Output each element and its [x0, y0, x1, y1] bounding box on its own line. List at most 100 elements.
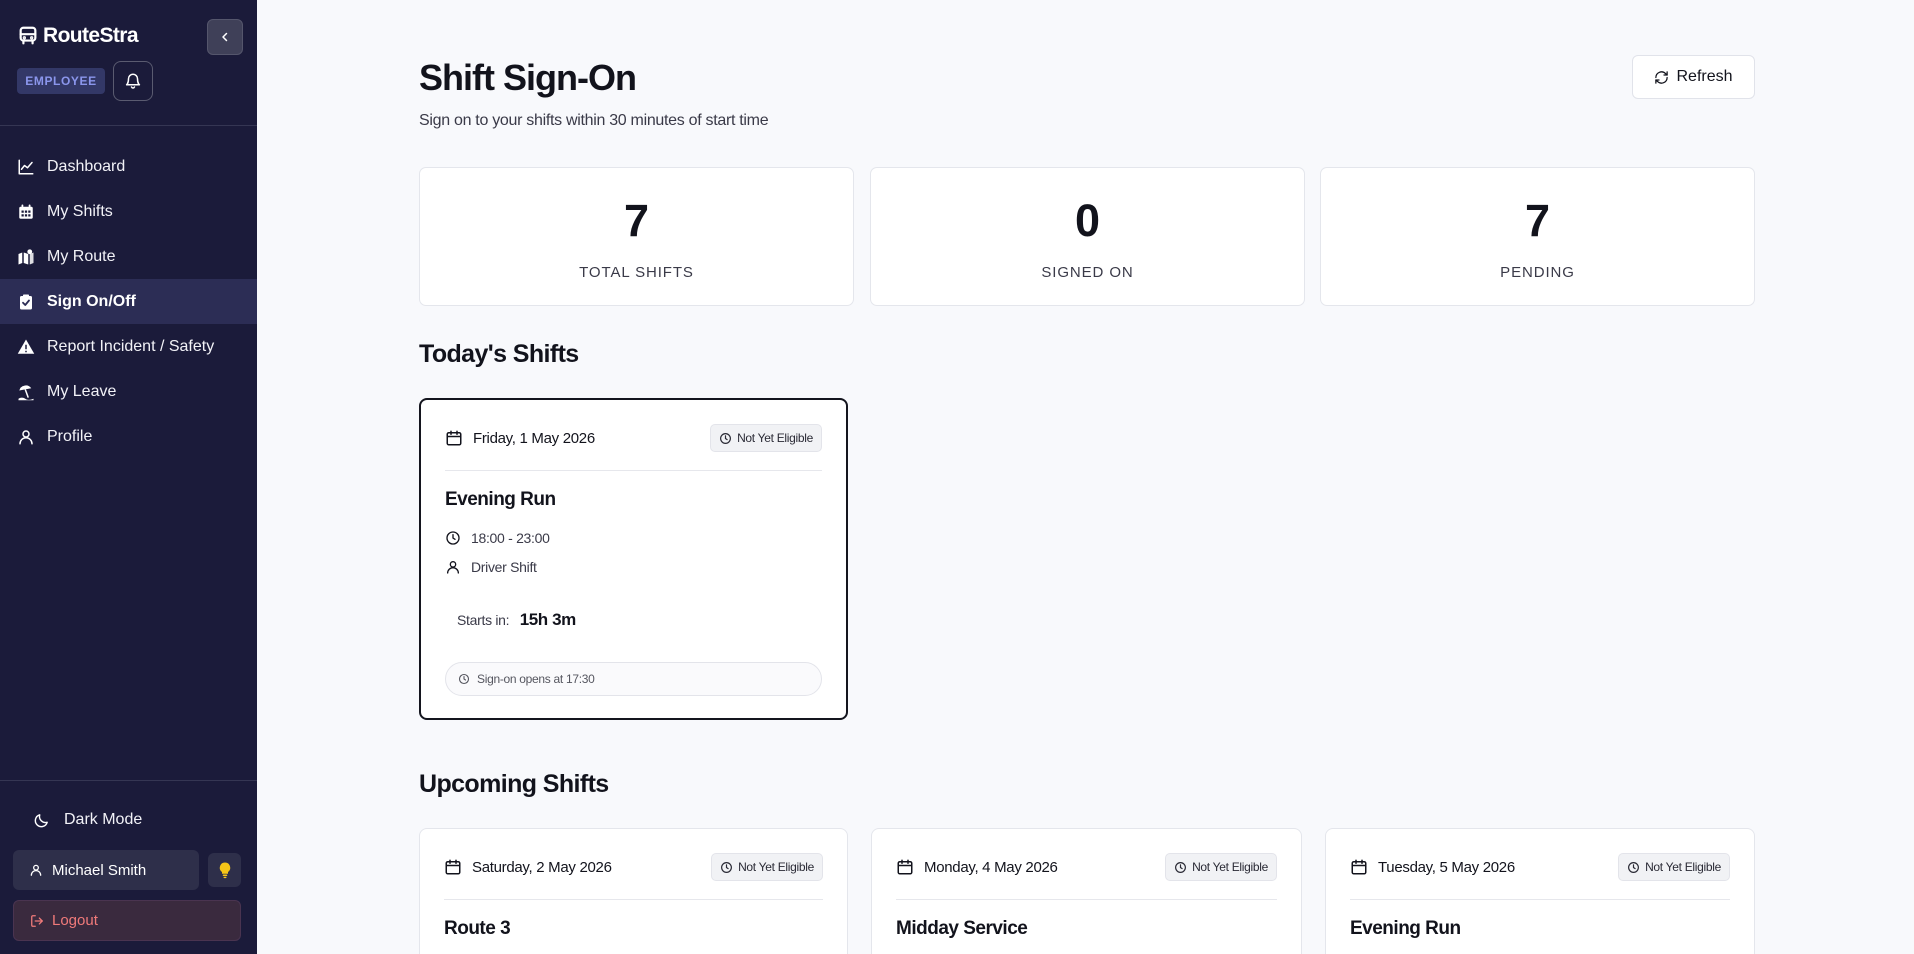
clock-icon — [1174, 861, 1187, 874]
card-divider — [445, 470, 822, 471]
clock-icon — [458, 673, 470, 685]
card-header: Monday, 4 May 2026 Not Yet Eligible — [896, 853, 1277, 881]
dark-mode-toggle[interactable]: Dark Mode — [17, 807, 142, 833]
sign-on-note-text: Sign-on opens at 17:30 — [477, 672, 595, 686]
sidebar-divider — [0, 780, 257, 781]
clipboard-check-icon — [17, 293, 35, 311]
refresh-label: Refresh — [1676, 68, 1733, 85]
calendar-grid-icon — [17, 203, 35, 221]
sidebar-item-my-route[interactable]: My Route — [0, 234, 257, 279]
bell-icon — [124, 72, 142, 90]
user-icon — [445, 559, 461, 575]
status-label: Not Yet Eligible — [738, 860, 814, 874]
upcoming-shift-card[interactable]: Tuesday, 5 May 2026 Not Yet Eligible Eve… — [1325, 828, 1755, 954]
clock-icon — [719, 432, 732, 445]
user-icon — [17, 428, 35, 446]
sidebar-item-label: Profile — [47, 427, 93, 445]
card-header: Tuesday, 5 May 2026 Not Yet Eligible — [1350, 853, 1730, 881]
card-divider — [896, 899, 1277, 900]
shift-date: Friday, 1 May 2026 — [473, 429, 595, 447]
warning-triangle-icon — [17, 338, 35, 356]
card-divider — [444, 899, 823, 900]
upcoming-shift-card[interactable]: Monday, 4 May 2026 Not Yet Eligible Midd… — [871, 828, 1302, 954]
page-title: Shift Sign-On — [419, 57, 637, 98]
stat-card-total-shifts: 7 TOTAL SHIFTS — [419, 167, 854, 306]
upcoming-shift-card[interactable]: Saturday, 2 May 2026 Not Yet Eligible Ro… — [419, 828, 848, 954]
card-divider — [1350, 899, 1730, 900]
sidebar-item-dashboard[interactable]: Dashboard — [0, 144, 257, 189]
card-header: Friday, 1 May 2026 Not Yet Eligible — [445, 424, 822, 452]
calendar-icon — [444, 858, 462, 876]
clock-icon — [720, 861, 733, 874]
clock-icon — [1627, 861, 1640, 874]
sidebar-item-label: Dashboard — [47, 157, 126, 175]
status-label: Not Yet Eligible — [1192, 860, 1268, 874]
stat-value: 0 — [1074, 195, 1101, 246]
stat-value: 7 — [623, 195, 650, 246]
stat-value: 7 — [1524, 195, 1551, 246]
starts-in: Starts in: 15h 3m — [457, 610, 576, 630]
shift-title: Evening Run — [1350, 918, 1461, 939]
sidebar-item-my-leave[interactable]: My Leave — [0, 369, 257, 414]
shift-time-row: 18:00 - 23:00 — [445, 530, 550, 546]
page-subtitle: Sign on to your shifts within 30 minutes… — [419, 112, 769, 129]
shift-date: Tuesday, 5 May 2026 — [1378, 858, 1515, 876]
logout-icon — [30, 914, 44, 928]
stat-label: PENDING — [1500, 264, 1575, 281]
refresh-icon — [1654, 70, 1669, 85]
sidebar-item-report-incident[interactable]: Report Incident / Safety — [0, 324, 257, 369]
moon-icon — [33, 812, 50, 829]
stat-label: SIGNED ON — [1041, 264, 1134, 281]
status-badge: Not Yet Eligible — [711, 853, 823, 881]
stat-card-signed-on: 0 SIGNED ON — [870, 167, 1305, 306]
stat-label: TOTAL SHIFTS — [579, 264, 694, 281]
sidebar-item-label: My Route — [47, 247, 116, 265]
logout-button[interactable]: Logout — [13, 900, 241, 941]
sidebar-item-my-shifts[interactable]: My Shifts — [0, 189, 257, 234]
section-title-upcoming: Upcoming Shifts — [419, 770, 609, 798]
card-header: Saturday, 2 May 2026 Not Yet Eligible — [444, 853, 823, 881]
notifications-button[interactable] — [113, 61, 153, 101]
shift-date: Monday, 4 May 2026 — [924, 858, 1058, 876]
tips-button[interactable] — [208, 853, 241, 887]
today-shift-card[interactable]: Friday, 1 May 2026 Not Yet Eligible Even… — [419, 398, 848, 720]
shift-title: Route 3 — [444, 918, 511, 939]
sign-on-note: Sign-on opens at 17:30 — [445, 662, 822, 696]
bus-icon — [17, 25, 39, 47]
logout-label: Logout — [52, 912, 98, 929]
brand-logo[interactable]: RouteStra — [17, 24, 139, 48]
shift-title: Midday Service — [896, 918, 1028, 939]
starts-in-value: 15h 3m — [519, 610, 577, 629]
user-icon — [29, 863, 43, 877]
user-name: Michael Smith — [52, 861, 147, 879]
sidebar-item-label: Report Incident / Safety — [47, 337, 215, 355]
beach-umbrella-icon — [17, 383, 35, 401]
status-label: Not Yet Eligible — [1645, 860, 1721, 874]
starts-in-label: Starts in: — [457, 612, 510, 628]
refresh-button[interactable]: Refresh — [1632, 55, 1755, 99]
chart-line-icon — [17, 158, 35, 176]
shift-date: Saturday, 2 May 2026 — [472, 858, 612, 876]
shift-type: Driver Shift — [471, 559, 537, 575]
status-badge: Not Yet Eligible — [1618, 853, 1730, 881]
lightbulb-icon — [216, 861, 234, 879]
status-badge: Not Yet Eligible — [1165, 853, 1277, 881]
collapse-sidebar-button[interactable] — [207, 19, 243, 55]
sidebar: RouteStra EMPLOYEE Dashboard My Shifts M… — [0, 0, 257, 954]
user-profile-button[interactable]: Michael Smith — [13, 850, 199, 890]
stat-card-pending: 7 PENDING — [1320, 167, 1755, 306]
app-name: RouteStra — [43, 24, 139, 47]
sidebar-item-label: Sign On/Off — [47, 292, 136, 310]
chevron-left-icon — [219, 31, 231, 43]
status-badge: Not Yet Eligible — [710, 424, 822, 452]
sidebar-item-sign-on-off[interactable]: Sign On/Off — [0, 279, 257, 324]
shift-time: 18:00 - 23:00 — [471, 530, 550, 546]
section-title-today: Today's Shifts — [419, 340, 579, 368]
sidebar-item-profile[interactable]: Profile — [0, 414, 257, 459]
shift-title: Evening Run — [445, 489, 556, 510]
calendar-icon — [1350, 858, 1368, 876]
status-label: Not Yet Eligible — [737, 431, 813, 445]
sidebar-item-label: My Leave — [47, 382, 117, 400]
shift-type-row: Driver Shift — [445, 559, 537, 575]
dark-mode-label: Dark Mode — [64, 811, 143, 828]
